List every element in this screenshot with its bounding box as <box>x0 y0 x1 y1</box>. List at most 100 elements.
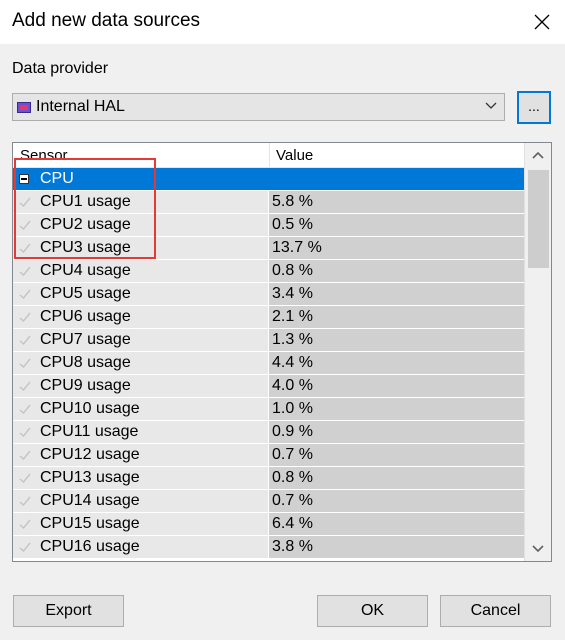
scroll-down-icon[interactable] <box>531 543 545 555</box>
sensor-row[interactable]: CPU12 usage 0.7 % <box>13 444 524 467</box>
sensor-cell[interactable]: CPU13 usage <box>13 467 269 489</box>
sensor-cell[interactable]: CPU4 usage <box>13 260 269 282</box>
checkmark-icon[interactable] <box>18 333 32 347</box>
sensor-cell[interactable]: CPU7 usage <box>13 329 269 351</box>
sensor-cell[interactable]: CPU16 usage <box>13 536 269 558</box>
value-cell[interactable]: 0.8 % <box>269 467 524 489</box>
sensor-value: 0.8 % <box>272 262 313 279</box>
checkmark-icon[interactable] <box>18 517 32 531</box>
sensor-name: CPU16 usage <box>40 538 140 555</box>
sensor-row[interactable]: CPU1 usage 5.8 % <box>13 191 524 214</box>
sensor-grid: Sensor Value CPU CPU1 usage 5.8 % CPU2 usa… <box>12 142 552 562</box>
sensor-row[interactable]: CPU3 usage 13.7 % <box>13 237 524 260</box>
checkmark-icon[interactable] <box>18 195 32 209</box>
value-cell[interactable]: 6.4 % <box>269 513 524 535</box>
checkmark-icon[interactable] <box>18 218 32 232</box>
sensor-cell[interactable]: CPU5 usage <box>13 283 269 305</box>
column-header-value[interactable]: Value <box>276 147 313 164</box>
vertical-scrollbar[interactable] <box>524 143 551 561</box>
sensor-name: CPU9 usage <box>40 377 131 394</box>
checkmark-icon[interactable] <box>18 471 32 485</box>
sensor-row[interactable]: CPU5 usage 3.4 % <box>13 283 524 306</box>
sensor-name: CPU6 usage <box>40 308 131 325</box>
sensor-row[interactable]: CPU9 usage 4.0 % <box>13 375 524 398</box>
column-divider[interactable] <box>269 143 270 168</box>
checkmark-icon[interactable] <box>18 287 32 301</box>
sensor-row[interactable]: CPU14 usage 0.7 % <box>13 490 524 513</box>
value-cell[interactable]: 1.0 % <box>269 398 524 420</box>
checkmark-icon[interactable] <box>18 494 32 508</box>
value-cell[interactable]: 3.4 % <box>269 283 524 305</box>
chevron-down-icon <box>485 102 497 109</box>
checkmark-icon[interactable] <box>18 448 32 462</box>
checkmark-icon[interactable] <box>18 540 32 554</box>
sensor-cell[interactable]: CPU12 usage <box>13 444 269 466</box>
sensor-cell[interactable]: CPU2 usage <box>13 214 269 236</box>
sensor-row[interactable]: CPU8 usage 4.4 % <box>13 352 524 375</box>
sensor-name: CPU8 usage <box>40 354 131 371</box>
sensor-row[interactable]: CPU15 usage 6.4 % <box>13 513 524 536</box>
value-cell[interactable]: 0.9 % <box>269 421 524 443</box>
cancel-button[interactable]: Cancel <box>440 595 551 627</box>
data-provider-select[interactable]: Internal HAL <box>12 93 505 121</box>
sensor-row[interactable]: CPU4 usage 0.8 % <box>13 260 524 283</box>
sensor-cell[interactable]: CPU10 usage <box>13 398 269 420</box>
value-cell[interactable]: 3.8 % <box>269 536 524 558</box>
sensor-row[interactable]: CPU7 usage 1.3 % <box>13 329 524 352</box>
value-cell[interactable]: 4.0 % <box>269 375 524 397</box>
collapse-toggle-icon[interactable] <box>19 174 29 184</box>
ok-button[interactable]: OK <box>317 595 428 627</box>
value-cell[interactable]: 2.1 % <box>269 306 524 328</box>
checkmark-icon[interactable] <box>18 379 32 393</box>
checkmark-icon[interactable] <box>18 425 32 439</box>
value-cell[interactable]: 1.3 % <box>269 329 524 351</box>
scrollbar-thumb[interactable] <box>528 170 549 268</box>
sensor-value: 13.7 % <box>272 239 322 256</box>
checkmark-icon[interactable] <box>18 310 32 324</box>
value-cell[interactable]: 0.7 % <box>269 444 524 466</box>
browse-button[interactable]: ... <box>517 91 551 124</box>
checkmark-icon[interactable] <box>18 356 32 370</box>
column-header-sensor[interactable]: Sensor <box>20 147 68 164</box>
grid-rows: CPU CPU1 usage 5.8 % CPU2 usage 0.5 % CPU3 u… <box>13 168 524 559</box>
group-row-cpu[interactable]: CPU <box>13 168 524 191</box>
sensor-cell[interactable]: CPU11 usage <box>13 421 269 443</box>
value-cell[interactable]: 0.5 % <box>269 214 524 236</box>
sensor-cell[interactable]: CPU14 usage <box>13 490 269 512</box>
sensor-value: 0.5 % <box>272 216 313 233</box>
sensor-cell[interactable]: CPU8 usage <box>13 352 269 374</box>
sensor-row[interactable]: CPU16 usage 3.8 % <box>13 536 524 559</box>
value-cell[interactable]: 13.7 % <box>269 237 524 259</box>
sensor-value: 0.7 % <box>272 446 313 463</box>
sensor-name: CPU5 usage <box>40 285 131 302</box>
sensor-name: CPU14 usage <box>40 492 140 509</box>
window-title: Add new data sources <box>12 10 201 31</box>
sensor-row[interactable]: CPU6 usage 2.1 % <box>13 306 524 329</box>
sensor-name: CPU15 usage <box>40 515 140 532</box>
value-cell[interactable]: 0.7 % <box>269 490 524 512</box>
value-cell[interactable]: 0.8 % <box>269 260 524 282</box>
sensor-cell[interactable]: CPU15 usage <box>13 513 269 535</box>
close-button[interactable] <box>519 0 565 44</box>
checkmark-icon[interactable] <box>18 264 32 278</box>
sensor-row[interactable]: CPU13 usage 0.8 % <box>13 467 524 490</box>
sensor-row[interactable]: CPU11 usage 0.9 % <box>13 421 524 444</box>
sensor-cell[interactable]: CPU3 usage <box>13 237 269 259</box>
sensor-name: CPU13 usage <box>40 469 140 486</box>
sensor-value: 3.8 % <box>272 538 313 555</box>
sensor-value: 5.8 % <box>272 193 313 210</box>
sensor-value: 0.9 % <box>272 423 313 440</box>
grid-header: Sensor Value <box>13 143 524 168</box>
sensor-row[interactable]: CPU2 usage 0.5 % <box>13 214 524 237</box>
checkmark-icon[interactable] <box>18 241 32 255</box>
checkmark-icon[interactable] <box>18 402 32 416</box>
sensor-cell[interactable]: CPU1 usage <box>13 191 269 213</box>
value-cell[interactable]: 4.4 % <box>269 352 524 374</box>
export-button[interactable]: Export <box>13 595 124 627</box>
sensor-cell[interactable]: CPU6 usage <box>13 306 269 328</box>
value-cell[interactable]: 5.8 % <box>269 191 524 213</box>
hal-provider-icon <box>17 101 31 113</box>
sensor-cell[interactable]: CPU9 usage <box>13 375 269 397</box>
scroll-up-icon[interactable] <box>531 149 545 161</box>
sensor-row[interactable]: CPU10 usage 1.0 % <box>13 398 524 421</box>
